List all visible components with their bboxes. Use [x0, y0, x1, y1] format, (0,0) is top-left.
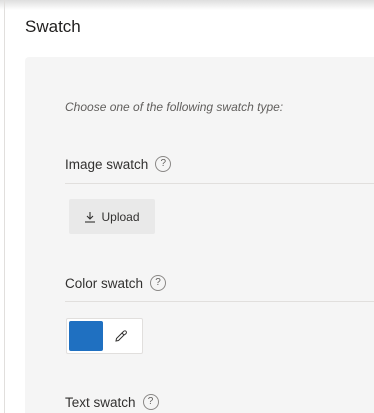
color-swatch-section: Color swatch ? [65, 275, 167, 291]
eyedropper-icon [115, 330, 127, 342]
color-picker [66, 318, 143, 354]
upload-label: Upload [101, 209, 140, 224]
help-icon[interactable]: ? [142, 394, 159, 410]
color-swatch-label: Color swatch [65, 275, 144, 291]
help-icon[interactable]: ? [150, 275, 167, 291]
swatch-instructions: Choose one of the following swatch type: [65, 100, 284, 114]
download-icon [85, 211, 96, 223]
image-swatch-section: Image swatch ? [65, 156, 172, 172]
left-border [4, 0, 5, 413]
swatch-panel: Choose one of the following swatch type:… [25, 57, 374, 413]
text-swatch-label: Text swatch [65, 394, 136, 410]
upload-button[interactable]: Upload [69, 199, 155, 234]
text-swatch-section: Text swatch ? [65, 394, 159, 410]
color-chip[interactable] [69, 321, 103, 351]
page-title: Swatch [25, 17, 81, 36]
divider [65, 301, 374, 302]
top-shadow [0, 0, 374, 10]
eyedropper-button[interactable] [111, 326, 131, 346]
help-icon[interactable]: ? [155, 156, 172, 172]
image-swatch-label: Image swatch [65, 156, 149, 172]
divider [65, 183, 374, 184]
